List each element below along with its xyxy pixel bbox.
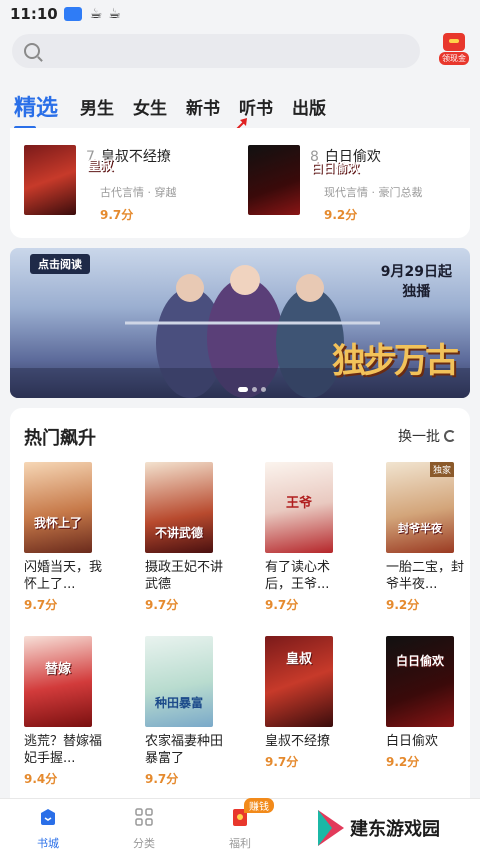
cover-title: 白日偷欢 (311, 161, 360, 175)
cover-title: 王爷 (285, 496, 312, 511)
status-notification-icon: ☕ (89, 6, 103, 22)
book-score: 9.7分 (265, 755, 299, 769)
nav-category[interactable]: 分类 (114, 807, 174, 851)
banner-date: 9月29日起 独播 (381, 262, 452, 302)
banner-read-button[interactable]: 点击阅读 (30, 254, 90, 274)
book-score: 9.7分 (24, 598, 58, 612)
book-cover: 种田暴富 (145, 636, 213, 727)
search-bar[interactable] (12, 34, 420, 68)
ranking-card: 皇叔 7 皇叔不经撩 古代言情 · 穿越 9.7分 白日偷欢 8 白日偷欢 现代言情… (10, 128, 470, 238)
refresh-button[interactable]: 换一批 (398, 426, 456, 446)
carousel-dot (261, 387, 266, 392)
book-title: 闪婚当天，我怀上了... (24, 560, 103, 592)
book-cover: 替嫁 (24, 636, 92, 727)
watermark-logo-icon (318, 810, 344, 846)
book-score: 9.7分 (100, 208, 134, 222)
nav-welfare[interactable]: 福利 (210, 807, 270, 851)
banner-logo: 独步万古 (332, 341, 459, 381)
tab-female[interactable]: 女生 (133, 96, 167, 122)
book-card[interactable]: 不讲武德 摄政王妃不讲武德 9.7分 (145, 462, 223, 613)
nav-label: 福利 (229, 837, 251, 850)
book-cover: 王爷 (265, 462, 333, 553)
cover-title: 我怀上了 (33, 516, 82, 530)
exclusive-badge: 独家 (429, 462, 454, 477)
cover-title: 种田暴富 (154, 696, 203, 710)
book-tags: 现代言情 · 豪门总裁 (324, 186, 423, 199)
section-title: 热门飙升 (24, 428, 96, 449)
red-envelope-icon (443, 33, 465, 51)
carousel-dot (252, 387, 257, 392)
book-card[interactable]: 独家 封爷半夜 一胎二宝，封爷半夜... 9.2分 (386, 462, 464, 613)
promo-banner[interactable]: 点击阅读 9月29日起 独播 独步万古 (10, 248, 470, 398)
book-card[interactable]: 王爷 有了读心术后，王爷... 9.7分 (265, 462, 335, 613)
book-score: 9.2分 (324, 208, 358, 222)
book-card[interactable]: 白日偷欢 白日偷欢 9.2分 (386, 636, 456, 770)
book-title: 白日偷欢 (386, 734, 439, 749)
status-bar: 11:10 ☕ ☕ (0, 0, 480, 28)
nav-label: 书城 (37, 837, 59, 850)
book-tags: 古代言情 · 穿越 (100, 186, 177, 199)
book-cover: 白日偷欢 (386, 636, 454, 727)
book-cover: 白日偷欢 (248, 145, 360, 215)
book-title: 摄政王妃不讲武德 (145, 560, 224, 592)
grid-icon (135, 808, 153, 826)
cover-title: 替嫁 (44, 662, 71, 677)
nav-label: 分类 (133, 837, 155, 850)
bookstore-icon (41, 809, 55, 825)
book-score: 9.4分 (24, 772, 58, 786)
banner-date-line: 独播 (402, 284, 431, 300)
book-score: 9.7分 (145, 598, 179, 612)
book-card[interactable]: 我怀上了 闪婚当天，我怀上了... 9.7分 (24, 462, 102, 613)
book-cover: 我怀上了 (24, 462, 92, 553)
book-title: 逃荒？替嫁福妃手握... (24, 734, 103, 766)
book-title: 一胎二宝，封爷半夜... (386, 560, 465, 592)
ranking-item[interactable]: 皇叔 7 皇叔不经撩 古代言情 · 穿越 9.7分 (24, 145, 177, 223)
book-card[interactable]: 皇叔 皇叔不经撩 9.7分 (265, 636, 335, 770)
tab-male[interactable]: 男生 (80, 96, 114, 122)
tab-featured[interactable]: 精选 (14, 96, 58, 130)
cash-reward-button[interactable]: 领现金 (436, 33, 472, 69)
book-score: 9.7分 (145, 772, 179, 786)
carousel-indicator (236, 387, 268, 392)
watermark: 建东游戏园 (316, 808, 440, 848)
watermark-text: 建东游戏园 (350, 819, 440, 840)
book-cover: 皇叔 (265, 636, 333, 727)
cover-title: 白日偷欢 (395, 654, 444, 668)
book-cover: 皇叔 (24, 145, 114, 215)
book-title: 农家福妻种田暴富了 (145, 734, 224, 766)
cash-reward-label: 领现金 (439, 52, 469, 65)
book-score: 9.2分 (386, 755, 420, 769)
cover-title: 皇叔 (285, 652, 312, 667)
banner-date-line: 9月29日起 (380, 264, 452, 280)
book-cover: 独家 封爷半夜 (386, 462, 454, 553)
carousel-dot (238, 387, 248, 392)
cover-title: 封爷半夜 (398, 522, 442, 535)
book-cover: 不讲武德 (145, 462, 213, 553)
earn-badge: 赚钱 (244, 798, 274, 813)
book-card[interactable]: 种田暴富 农家福妻种田暴富了 9.7分 (145, 636, 223, 787)
category-tabs: 精选 男生 女生 新书 听书 出版 (14, 82, 345, 130)
hot-rising-section: 热门飙升 换一批 我怀上了 闪婚当天，我怀上了... 9.7分 不讲武德 摄政王… (10, 408, 470, 798)
book-title: 皇叔不经撩 (265, 734, 331, 749)
book-card[interactable]: 替嫁 逃荒？替嫁福妃手握... 9.4分 (24, 636, 102, 787)
ranking-item[interactable]: 白日偷欢 8 白日偷欢 现代言情 · 豪门总裁 9.2分 (248, 145, 423, 223)
search-input[interactable] (50, 36, 410, 66)
nav-bookstore[interactable]: 书城 (18, 807, 78, 851)
status-notification-icon: ☕ (108, 6, 121, 22)
book-title: 有了读心术后，王爷... (265, 560, 331, 592)
refresh-icon (444, 430, 456, 442)
book-score: 9.2分 (386, 598, 420, 612)
refresh-label: 换一批 (398, 429, 440, 445)
cover-title: 不讲武德 (154, 526, 203, 540)
status-time: 11:10 (10, 5, 58, 23)
tab-published[interactable]: 出版 (292, 96, 326, 122)
search-icon (24, 43, 40, 59)
tab-new-books[interactable]: 新书 (186, 96, 220, 122)
book-score: 9.7分 (265, 598, 299, 612)
status-app-badge (63, 7, 82, 21)
cover-title: 皇叔 (87, 159, 114, 174)
